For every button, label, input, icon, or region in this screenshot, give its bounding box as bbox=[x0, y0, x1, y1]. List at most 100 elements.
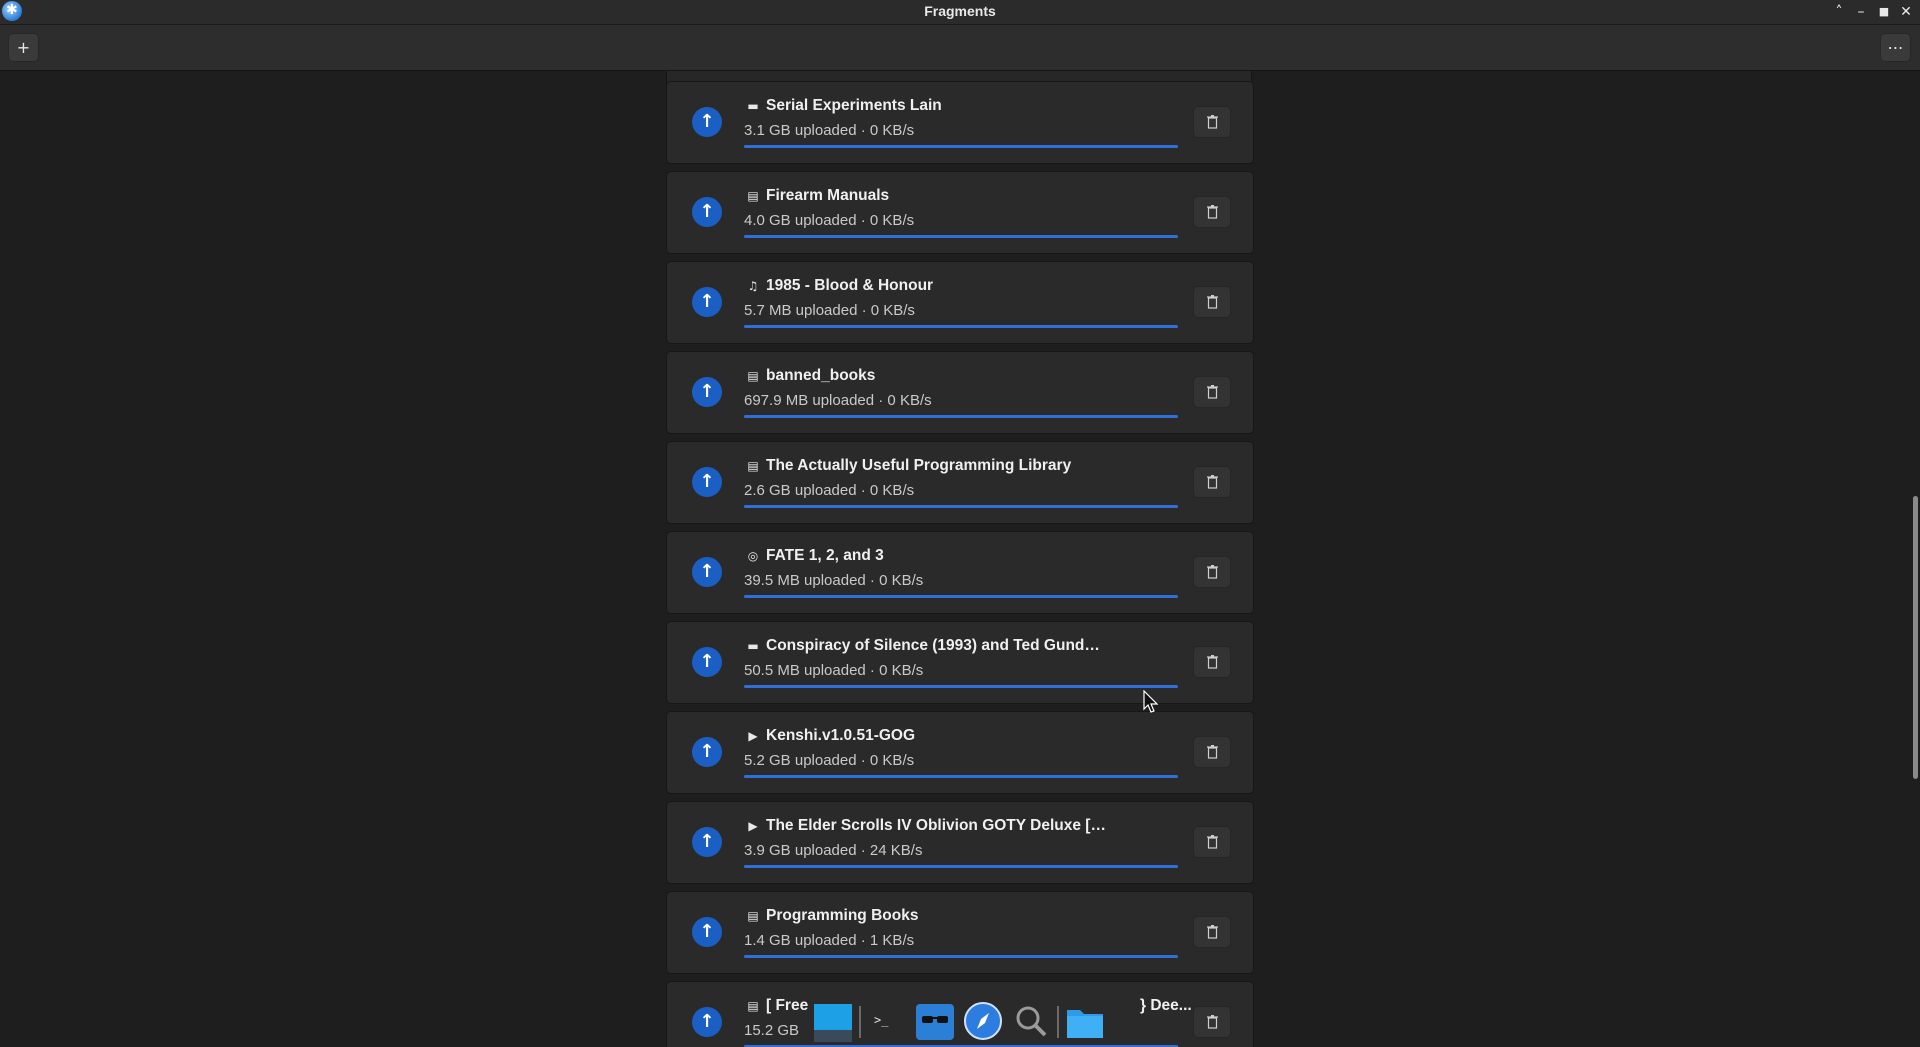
remove-torrent-button[interactable] bbox=[1193, 826, 1231, 858]
trash-icon bbox=[1207, 205, 1218, 219]
torrent-title: Serial Experiments Lain bbox=[766, 97, 942, 114]
torrent-status: 39.5 MB uploaded · 0 KB/s bbox=[744, 572, 924, 589]
remove-torrent-button[interactable] bbox=[1193, 196, 1231, 228]
remove-torrent-button[interactable] bbox=[1193, 286, 1231, 318]
torrent-title: banned_books bbox=[766, 367, 876, 384]
upload-arrow-icon[interactable]: ↑ bbox=[692, 917, 722, 947]
remove-torrent-button[interactable] bbox=[1193, 736, 1231, 768]
torrent-row[interactable]: ↑ ▬ Conspiracy of Silence (1993) and Ted… bbox=[666, 621, 1254, 704]
torrent-row[interactable]: ↑ ▶ The Elder Scrolls IV Oblivion GOTY D… bbox=[666, 801, 1254, 884]
progress-bar bbox=[744, 505, 1178, 508]
terminal-icon[interactable]: >_ bbox=[866, 1000, 908, 1042]
torrent-list-view[interactable]: ↑ ▬ Serial Experiments Lain 3.1 GB uploa… bbox=[0, 71, 1920, 1047]
torrent-status: 3.1 GB uploaded · 0 KB/s bbox=[744, 122, 915, 139]
dock-separator bbox=[1057, 1006, 1059, 1038]
upload-arrow-icon[interactable]: ↑ bbox=[692, 107, 722, 137]
progress-fill bbox=[744, 505, 1178, 508]
progress-fill bbox=[744, 865, 1178, 868]
torrent-row[interactable]: ↑ ▶ Kenshi.v1.0.51-GOG 5.2 GB uploaded ·… bbox=[666, 711, 1254, 794]
web-browser-icon[interactable] bbox=[962, 1000, 1004, 1042]
progress-bar bbox=[744, 235, 1178, 238]
progress-bar bbox=[744, 955, 1178, 958]
main-menu-button[interactable]: ⋯ bbox=[1880, 33, 1911, 62]
files-folder-icon[interactable] bbox=[1064, 1000, 1106, 1042]
progress-fill bbox=[744, 235, 1178, 238]
video-icon: ▶ bbox=[748, 729, 758, 743]
upload-arrow-icon[interactable]: ↑ bbox=[692, 827, 722, 857]
minimize-window-button[interactable]: – bbox=[1851, 2, 1871, 22]
upload-arrow-icon[interactable]: ↑ bbox=[692, 647, 722, 677]
window-title: Fragments bbox=[924, 3, 996, 19]
torrent-row[interactable]: ↑ ▤ The Actually Useful Programming Libr… bbox=[666, 441, 1254, 524]
svg-text:>_: >_ bbox=[874, 1013, 889, 1027]
progress-fill bbox=[744, 325, 1178, 328]
mouse-cursor-icon bbox=[1143, 690, 1159, 713]
progress-bar bbox=[744, 865, 1178, 868]
remove-torrent-button[interactable] bbox=[1193, 466, 1231, 498]
document-icon: ▤ bbox=[747, 459, 759, 473]
trash-icon bbox=[1207, 1015, 1218, 1029]
torrent-row[interactable]: ↑ ▤ banned_books 697.9 MB uploaded · 0 K… bbox=[666, 351, 1254, 434]
upload-arrow-icon[interactable]: ↑ bbox=[692, 377, 722, 407]
torrent-title: Programming Books bbox=[766, 907, 919, 924]
torrent-status: 2.6 GB uploaded · 0 KB/s bbox=[744, 482, 915, 499]
search-icon[interactable] bbox=[1010, 1000, 1052, 1042]
upload-arrow-icon[interactable]: ↑ bbox=[692, 737, 722, 767]
progress-fill bbox=[744, 685, 1178, 688]
torrent-row[interactable]: ↑ ▬ Serial Experiments Lain 3.1 GB uploa… bbox=[666, 81, 1254, 164]
torrent-title: Kenshi.v1.0.51-GOG bbox=[766, 727, 916, 744]
remove-torrent-button[interactable] bbox=[1193, 556, 1231, 588]
trash-icon bbox=[1207, 385, 1218, 399]
add-torrent-button[interactable]: + bbox=[8, 33, 39, 62]
trash-icon bbox=[1207, 295, 1218, 309]
scrollbar-thumb[interactable] bbox=[1913, 496, 1918, 779]
torrent-status: 5.2 GB uploaded · 0 KB/s bbox=[744, 752, 915, 769]
torrent-title: The Elder Scrolls IV Oblivion GOTY Delux… bbox=[766, 817, 1106, 834]
remove-torrent-button[interactable] bbox=[1193, 916, 1231, 948]
document-icon: ▤ bbox=[747, 369, 759, 383]
progress-bar bbox=[744, 595, 1178, 598]
torrent-status: 4.0 GB uploaded · 0 KB/s bbox=[744, 212, 915, 229]
desktop-icon[interactable] bbox=[812, 1000, 854, 1042]
document-icon: ▤ bbox=[747, 909, 759, 923]
trash-icon bbox=[1207, 835, 1218, 849]
document-icon: ▤ bbox=[747, 189, 759, 203]
upload-arrow-icon[interactable]: ↑ bbox=[692, 467, 722, 497]
trash-icon bbox=[1207, 745, 1218, 759]
remove-torrent-button[interactable] bbox=[1193, 106, 1231, 138]
torrent-status: 1.4 GB uploaded · 1 KB/s bbox=[744, 932, 915, 949]
shade-window-button[interactable]: ˄ bbox=[1829, 2, 1849, 22]
upload-arrow-icon[interactable]: ↑ bbox=[692, 287, 722, 317]
trash-icon bbox=[1207, 115, 1218, 129]
torrent-status: 5.7 MB uploaded · 0 KB/s bbox=[744, 302, 915, 319]
progress-fill bbox=[744, 145, 1178, 148]
upload-arrow-icon[interactable]: ↑ bbox=[692, 557, 722, 587]
window-titlebar: Fragments ˄ – ■ ✕ bbox=[0, 0, 1920, 25]
upload-arrow-icon[interactable]: ↑ bbox=[692, 197, 722, 227]
torrent-title-tail: } Dee... bbox=[1140, 997, 1192, 1014]
progress-fill bbox=[744, 595, 1178, 598]
film-icon: ▬ bbox=[747, 99, 759, 113]
torrent-title: Conspiracy of Silence (1993) and Ted Gun… bbox=[766, 637, 1106, 654]
progress-bar bbox=[744, 775, 1178, 778]
film-icon: ▬ bbox=[747, 639, 759, 653]
document-icon: ▤ bbox=[747, 999, 759, 1013]
upload-arrow-icon[interactable]: ↑ bbox=[692, 1007, 722, 1037]
progress-bar bbox=[744, 145, 1178, 148]
video-icon: ▶ bbox=[748, 819, 758, 833]
torrent-row[interactable]: ↑ ♫ 1985 - Blood & Honour 5.7 MB uploade… bbox=[666, 261, 1254, 344]
remove-torrent-button[interactable] bbox=[1193, 376, 1231, 408]
trash-icon bbox=[1207, 565, 1218, 579]
anonymity-app-icon[interactable] bbox=[914, 1000, 956, 1042]
torrent-title: The Actually Useful Programming Library bbox=[766, 457, 1072, 474]
disc-icon: ◎ bbox=[747, 549, 759, 563]
maximize-window-button[interactable]: ■ bbox=[1874, 2, 1894, 22]
progress-fill bbox=[744, 955, 1178, 958]
torrent-row[interactable]: ↑ ▤ Firearm Manuals 4.0 GB uploaded · 0 … bbox=[666, 171, 1254, 254]
trash-icon bbox=[1207, 925, 1218, 939]
close-window-button[interactable]: ✕ bbox=[1896, 2, 1916, 22]
torrent-row[interactable]: ↑ ◎ FATE 1, 2, and 3 39.5 MB uploaded · … bbox=[666, 531, 1254, 614]
dock-separator bbox=[859, 1006, 861, 1038]
remove-torrent-button[interactable] bbox=[1193, 646, 1231, 678]
torrent-row[interactable]: ↑ ▤ Programming Books 1.4 GB uploaded · … bbox=[666, 891, 1254, 974]
